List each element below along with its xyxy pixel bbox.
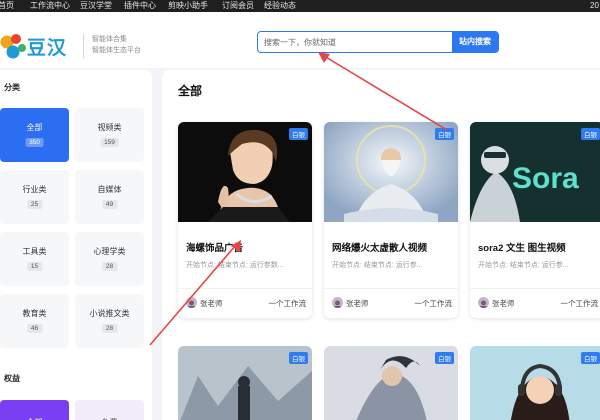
card-divider bbox=[324, 288, 458, 289]
author-name: 张老师 bbox=[492, 299, 515, 308]
category-education[interactable]: 教育类 46 bbox=[0, 294, 69, 348]
workflow-card[interactable]: 白银 bbox=[324, 346, 458, 420]
card-meta: 开始节点: 结束节点: 运行参... bbox=[332, 262, 423, 269]
card-image: 白银 bbox=[324, 122, 458, 222]
category-count: 350 bbox=[25, 138, 44, 147]
card-image: 白银 bbox=[178, 122, 312, 222]
logo-text[interactable]: 豆汉 bbox=[27, 33, 67, 60]
tier-badge: 白银 bbox=[435, 128, 454, 140]
category-title: 分类 bbox=[4, 83, 20, 92]
category-video[interactable]: 视频类 159 bbox=[75, 108, 144, 162]
author-name: 张老师 bbox=[200, 299, 223, 308]
workflow-count: 一个工作流 bbox=[414, 299, 453, 308]
workflow-card[interactable]: Sora 白银 sora2 文生 图生视频 开始节点: 结束节点: 运行参...… bbox=[470, 122, 600, 318]
slogan-line-1: 智能体合集 bbox=[92, 36, 127, 43]
card-title[interactable]: sora2 文生 图生视频 bbox=[478, 240, 566, 254]
author-name: 张老师 bbox=[346, 299, 369, 308]
category-sidebar: 分类 全部 350 视频类 159 行业类 25 自媒体 49 工具类 15 心… bbox=[0, 70, 152, 420]
category-count: 25 bbox=[26, 200, 43, 209]
workflow-card[interactable]: 白银 网络爆火太虚散人视频 开始节点: 结束节点: 运行参... 张老师 一个工… bbox=[324, 122, 458, 318]
card-title[interactable]: 网络爆火太虚散人视频 bbox=[332, 240, 427, 254]
tier-badge: 白银 bbox=[581, 352, 600, 364]
category-self-media[interactable]: 自媒体 49 bbox=[75, 170, 144, 224]
tier-badge: 白银 bbox=[435, 352, 454, 364]
category-novel[interactable]: 小说推文类 28 bbox=[75, 294, 144, 348]
category-all[interactable]: 全部 350 bbox=[0, 108, 69, 162]
category-label: 心理学类 bbox=[93, 247, 126, 256]
category-label: 自媒体 bbox=[97, 185, 122, 194]
top-nav-bar: 首页 工作流中心 豆汉学堂 插件中心 剪映小助手 订阅会员 经验动态 20 bbox=[0, 0, 600, 12]
search-button[interactable]: 站内搜索 bbox=[452, 32, 498, 52]
card-meta: 开始节点: 结束节点: 运行参数... bbox=[186, 262, 284, 269]
category-label: 小说推文类 bbox=[89, 309, 130, 318]
logo-icon[interactable] bbox=[0, 30, 26, 60]
logo-divider bbox=[83, 34, 84, 58]
nav-subscription[interactable]: 订阅会员 bbox=[222, 0, 254, 12]
workflow-count: 一个工作流 bbox=[560, 299, 599, 308]
tier-badge: 白银 bbox=[289, 128, 308, 140]
category-count: 28 bbox=[101, 262, 118, 271]
category-industry[interactable]: 行业类 25 bbox=[0, 170, 69, 224]
workflow-card[interactable]: 白银 bbox=[178, 346, 312, 420]
card-image: Sora 白银 bbox=[470, 122, 600, 222]
nav-workflow-center[interactable]: 工作流中心 bbox=[30, 0, 70, 12]
nav-douhan-school[interactable]: 豆汉学堂 bbox=[80, 0, 112, 12]
author-avatar bbox=[478, 297, 489, 308]
category-count: 15 bbox=[26, 262, 43, 271]
slogan-line-2: 智能体生态平台 bbox=[92, 47, 141, 54]
nav-jianying-helper[interactable]: 剪映小助手 bbox=[168, 0, 208, 12]
author-avatar bbox=[186, 297, 197, 308]
category-psychology[interactable]: 心理学类 28 bbox=[75, 232, 144, 286]
category-label: 视频类 bbox=[97, 123, 122, 132]
card-title[interactable]: 海螺饰品广告 bbox=[186, 240, 243, 254]
nav-home[interactable]: 首页 bbox=[0, 0, 14, 12]
card-divider bbox=[470, 288, 600, 289]
nav-plugin-center[interactable]: 插件中心 bbox=[124, 0, 156, 12]
category-count: 46 bbox=[26, 324, 43, 333]
tier-badge: 白银 bbox=[581, 128, 600, 140]
category-count: 28 bbox=[101, 324, 118, 333]
category-count: 159 bbox=[100, 138, 119, 147]
rights-all[interactable]: 全部 bbox=[0, 400, 69, 420]
card-meta: 开始节点: 结束节点: 运行参... bbox=[478, 262, 569, 269]
category-label: 教育类 bbox=[22, 309, 47, 318]
category-label: 全部 bbox=[26, 123, 43, 132]
nav-experience-news[interactable]: 经验动态 bbox=[264, 0, 296, 12]
rights-free[interactable]: 免费 bbox=[75, 400, 144, 420]
sora-logo-text: Sora bbox=[512, 162, 579, 195]
author-avatar bbox=[332, 297, 343, 308]
main-content: 全部 白银 海螺饰品广告 开始节点: 结束节点: 运行参数... 张老师 一个工… bbox=[162, 70, 600, 420]
search-box: 站内搜索 bbox=[257, 31, 499, 53]
workflow-card[interactable]: 白银 海螺饰品广告 开始节点: 结束节点: 运行参数... 张老师 一个工作流 bbox=[178, 122, 312, 318]
section-title: 全部 bbox=[178, 84, 203, 98]
category-label: 行业类 bbox=[22, 185, 47, 194]
card-divider bbox=[178, 288, 312, 289]
category-tools[interactable]: 工具类 15 bbox=[0, 232, 69, 286]
rights-title: 权益 bbox=[4, 374, 20, 383]
workflow-count: 一个工作流 bbox=[268, 299, 307, 308]
category-label: 工具类 bbox=[22, 247, 47, 256]
tier-badge: 白银 bbox=[289, 352, 308, 364]
workflow-card[interactable]: 白银 bbox=[470, 346, 600, 420]
nav-right-text: 20 bbox=[590, 1, 599, 10]
site-header: 豆汉 智能体合集 智能体生态平台 站内搜索 bbox=[0, 12, 600, 68]
category-count: 49 bbox=[101, 200, 118, 209]
search-input[interactable] bbox=[258, 32, 452, 52]
